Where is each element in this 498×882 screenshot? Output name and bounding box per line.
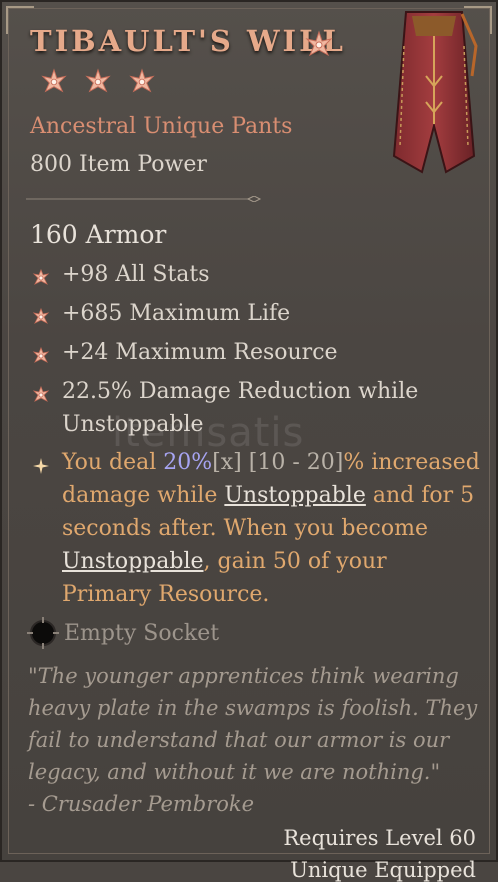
star-bullet-icon bbox=[32, 307, 50, 324]
affix-text: +685 Maximum Life bbox=[62, 301, 291, 326]
divider bbox=[26, 196, 262, 202]
greater-affix-star-icon bbox=[129, 68, 155, 93]
item-power: 800 Item Power bbox=[30, 152, 207, 177]
affix-text: +98 All Stats bbox=[62, 262, 210, 287]
item-name: TIBAULT'S WILL bbox=[30, 24, 346, 58]
greater-affix-star-icon bbox=[85, 68, 111, 93]
star-bullet-icon bbox=[32, 385, 50, 402]
star-bullet-icon bbox=[32, 346, 50, 363]
armor-value: 160 Armor bbox=[30, 220, 167, 249]
socket-slot: Empty Socket bbox=[26, 616, 219, 650]
socket-label: Empty Socket bbox=[64, 620, 220, 646]
greater-affix-stars bbox=[40, 68, 156, 96]
star-bullet-icon bbox=[32, 268, 50, 285]
unique-power-icon bbox=[33, 458, 49, 474]
socket-icon bbox=[27, 617, 59, 649]
item-type: Ancestral Unique Pants bbox=[30, 114, 293, 139]
pants-item-icon bbox=[392, 11, 478, 174]
unique-value: 20% bbox=[163, 450, 213, 475]
unique-power-text: You deal 20%[x] [10 - 20]% increased dam… bbox=[62, 450, 480, 607]
greater-affix-star-icon bbox=[41, 68, 67, 93]
affix-text: +24 Maximum Resource bbox=[62, 340, 338, 365]
keyword-unstoppable[interactable]: Unstoppable bbox=[62, 549, 204, 574]
greater-affix-star-icon bbox=[305, 30, 333, 57]
affix-line: +685 Maximum Life bbox=[32, 297, 482, 336]
keyword-unstoppable[interactable]: Unstoppable bbox=[224, 483, 366, 508]
affix-line: +24 Maximum Resource bbox=[32, 336, 482, 375]
affix-line: +98 All Stats bbox=[32, 258, 482, 297]
flavor-author: - Crusader Pembroke bbox=[28, 792, 255, 816]
item-tooltip: TIBAULT'S WILL Ancestral Unique Pants 80… bbox=[0, 0, 498, 882]
level-requirement: Requires Level 60 bbox=[283, 826, 476, 850]
unique-power: You deal 20%[x] [10 - 20]% increased dam… bbox=[32, 446, 482, 611]
flavor-text: "The younger apprentices think wearing h… bbox=[28, 660, 480, 820]
